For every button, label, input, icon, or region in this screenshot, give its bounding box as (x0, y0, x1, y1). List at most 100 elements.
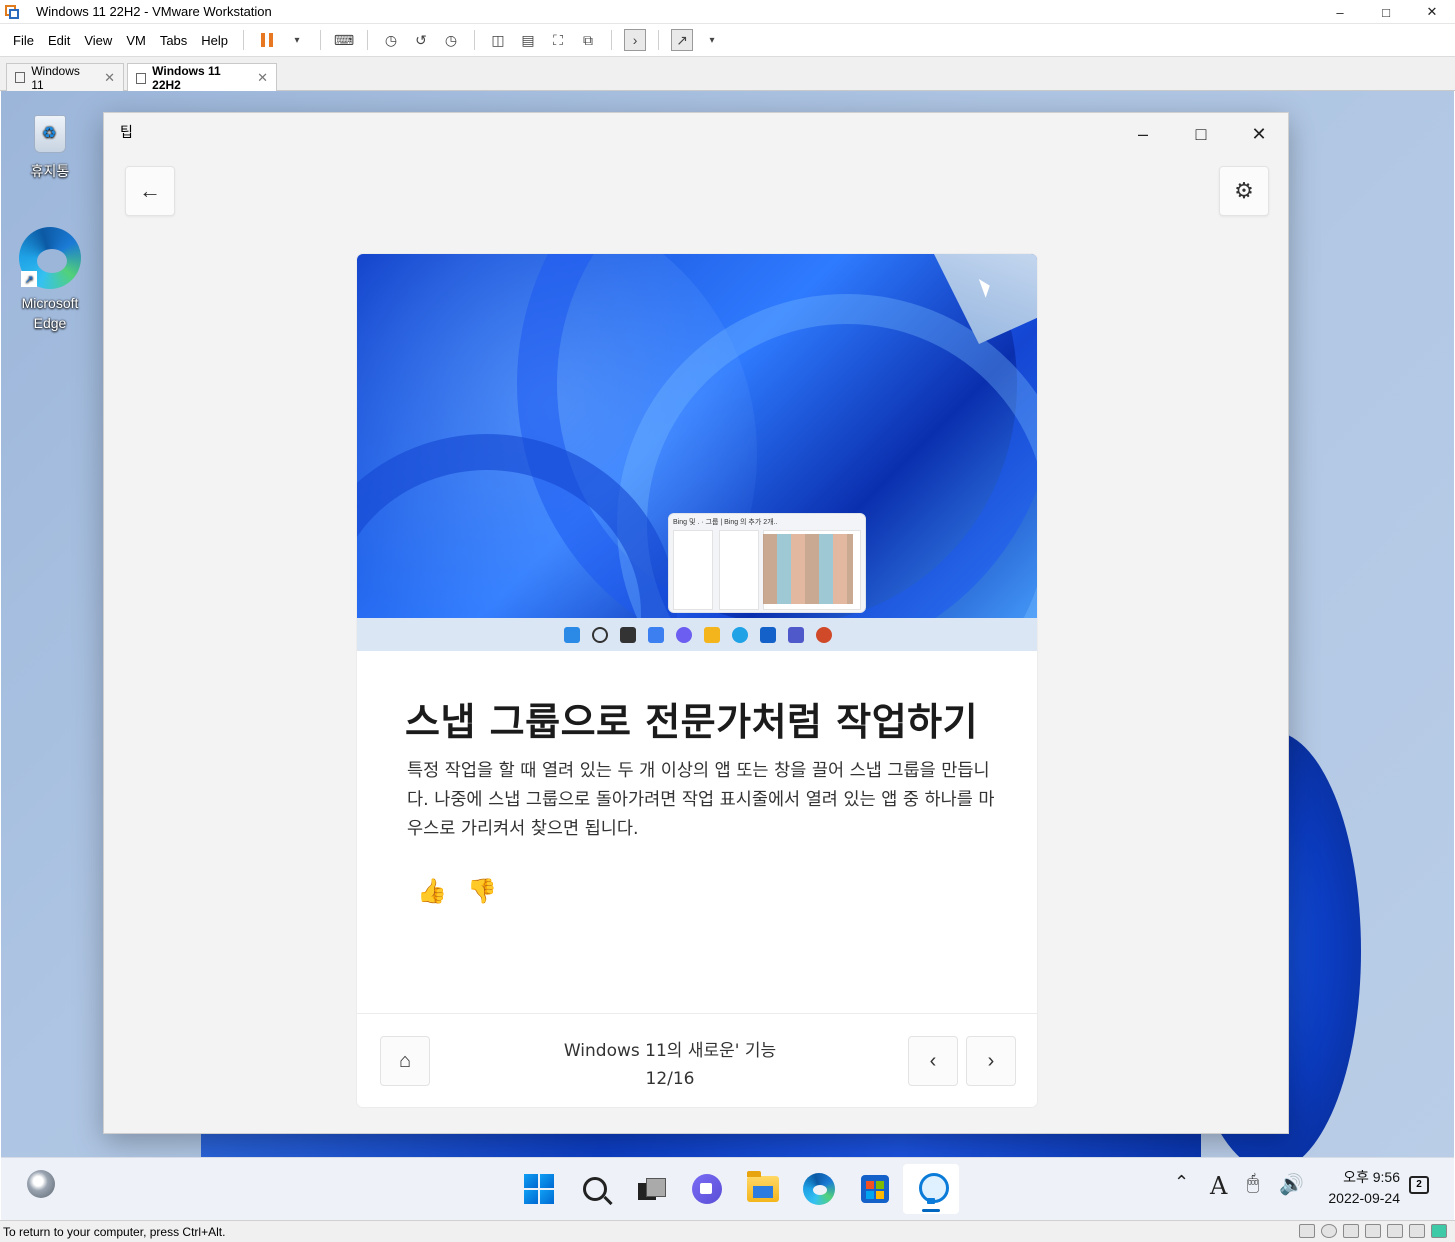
recycle-bin-icon: ♻ (30, 107, 70, 155)
thumbs-up-icon[interactable]: 👍 (417, 874, 447, 908)
start-icon (524, 1174, 554, 1204)
edge-icon: ↗ (19, 227, 81, 289)
task-view-button[interactable] (623, 1164, 679, 1214)
volume-icon[interactable]: 🔊 (1279, 1172, 1304, 1197)
stretch-view-icon[interactable]: ↗ (671, 29, 694, 51)
pause-vm-button[interactable] (256, 29, 278, 51)
menu: File Edit View VM Tabs Help (6, 33, 235, 48)
cd-rom-icon[interactable] (1321, 1224, 1337, 1238)
tab-windows-11[interactable]: Windows 11 ✕ (6, 63, 124, 92)
chevron-right-icon: › (987, 1049, 995, 1072)
unity-icon[interactable]: ⧉ (577, 29, 599, 51)
hard-disk-icon[interactable] (1299, 1224, 1315, 1238)
console-view-icon[interactable]: › (624, 29, 647, 51)
minimize-icon[interactable]: – (1317, 0, 1363, 24)
desktop-icon-recycle-bin[interactable]: ♻ 휴지통 (2, 107, 98, 181)
home-button[interactable]: ⌂ (380, 1036, 430, 1086)
store-button[interactable] (847, 1164, 903, 1214)
desktop-icon-label: 휴지통 (30, 163, 70, 179)
ime-indicator[interactable]: A (1210, 1172, 1227, 1200)
teams-icon (788, 626, 804, 643)
clock[interactable]: 오후 9:56 2022-09-24 (1316, 1167, 1400, 1209)
sound-card-icon[interactable] (1387, 1224, 1403, 1238)
close-icon[interactable]: ✕ (1409, 0, 1455, 24)
edge-button[interactable] (791, 1164, 847, 1214)
toolbar-separator (474, 30, 476, 50)
maximize-icon[interactable]: □ (1363, 0, 1409, 24)
tips-window: 팁 – □ ✕ ← ⚙ Bing 및 . · 그룹 | Bing 의 추가 2개… (103, 112, 1289, 1134)
store-icon (760, 626, 776, 643)
tip-card: Bing 및 . · 그룹 | Bing 의 추가 2개.. 스냅 그룹으로 전… (356, 253, 1038, 1108)
search-icon (583, 1177, 607, 1201)
settings-button[interactable]: ⚙ (1219, 166, 1269, 216)
device-icons (1299, 1224, 1447, 1238)
notification-icon[interactable]: 2 (1409, 1176, 1429, 1194)
menu-edit[interactable]: Edit (41, 33, 77, 48)
chat-icon (692, 1174, 722, 1204)
minimize-icon[interactable]: – (1114, 113, 1172, 155)
network-adapter-icon[interactable] (1343, 1224, 1359, 1238)
vm-tab-icon (136, 72, 147, 84)
tip-collection-name: Windows 11의 새로운' 기능 (563, 1041, 777, 1061)
network-icon[interactable]: 🖱 (1247, 1172, 1259, 1195)
file-explorer-button[interactable] (735, 1164, 791, 1214)
toolbar-separator (320, 30, 322, 50)
full-screen-icon[interactable]: ⛶ (547, 29, 569, 51)
tip-title: 스냅 그룹으로 전문가처럼 작업하기 (405, 700, 979, 744)
printer-icon[interactable] (1365, 1224, 1381, 1238)
menu-view[interactable]: View (77, 33, 119, 48)
snap-group-preview-header: Bing 및 . · 그룹 | Bing 의 추가 2개.. (673, 519, 778, 526)
snapshot-manager-icon[interactable]: ◷ (440, 29, 462, 51)
chevron-left-icon: ‹ (929, 1049, 937, 1072)
chevron-up-icon[interactable]: ⌃ (1174, 1172, 1189, 1193)
power-dropdown-icon[interactable]: ▾ (286, 29, 308, 51)
vmware-statusbar: To return to your computer, press Ctrl+A… (0, 1220, 1455, 1242)
message-log-icon[interactable] (1431, 1224, 1447, 1238)
revert-snapshot-icon[interactable]: ↺ (410, 29, 432, 51)
tab-close-icon[interactable]: ✕ (104, 70, 115, 86)
tab-label: Windows 11 (31, 63, 80, 92)
status-text: To return to your computer, press Ctrl+A… (3, 1224, 226, 1239)
mini-taskbar (357, 618, 1037, 651)
thumbnail-bar-icon[interactable]: ▤ (517, 29, 539, 51)
snap-pane (673, 530, 713, 610)
widgets-icon (648, 626, 664, 643)
toolbar-separator (658, 30, 660, 50)
tips-button[interactable] (903, 1164, 959, 1214)
send-ctrl-alt-del-icon[interactable]: ⌨ (333, 29, 355, 51)
start-icon (564, 626, 580, 643)
show-library-icon[interactable]: ◫ (487, 29, 509, 51)
vm-tab-icon (15, 72, 26, 83)
toolbar-separator (367, 30, 369, 50)
weather-widget-icon[interactable] (27, 1170, 55, 1198)
menu-vm[interactable]: VM (119, 33, 153, 48)
back-button[interactable]: ← (125, 166, 175, 216)
start-button[interactable] (511, 1164, 567, 1214)
vm-tab-strip: Windows 11 ✕ Windows 11 22H2 ✕ (0, 57, 1455, 92)
next-tip-button[interactable]: › (966, 1036, 1016, 1086)
display-icon[interactable] (1409, 1224, 1425, 1238)
tab-close-icon[interactable]: ✕ (257, 70, 268, 86)
edge-icon (803, 1173, 835, 1205)
stretch-dropdown-icon[interactable]: ▾ (701, 29, 723, 51)
search-button[interactable] (567, 1164, 623, 1214)
snapshot-icon[interactable]: ◷ (380, 29, 402, 51)
menu-help[interactable]: Help (194, 33, 235, 48)
snap-photo-grid (763, 534, 853, 604)
maximize-icon[interactable]: □ (1172, 113, 1230, 155)
menu-file[interactable]: File (6, 33, 41, 48)
menu-tabs[interactable]: Tabs (153, 33, 194, 48)
close-icon[interactable]: ✕ (1230, 113, 1288, 155)
thumbs-down-icon[interactable]: 👎 (467, 874, 497, 908)
tip-footer: ⌂ Windows 11의 새로운' 기능 12/16 ‹ › (357, 1014, 1037, 1107)
toolbar-separator (611, 30, 613, 50)
tips-window-controls: – □ ✕ (1114, 113, 1288, 155)
clock-date: 2022-09-24 (1328, 1190, 1400, 1206)
snap-pane (719, 530, 759, 610)
chat-button[interactable] (679, 1164, 735, 1214)
desktop-icon-edge[interactable]: ↗ Microsoft Edge (2, 227, 98, 333)
guest-desktop: ♻ 휴지통 ↗ Microsoft Edge 팁 – □ ✕ ← ⚙ Bing … (1, 91, 1454, 1157)
powerpoint-icon (816, 626, 832, 643)
tab-windows-11-22h2[interactable]: Windows 11 22H2 ✕ (127, 63, 277, 92)
previous-tip-button[interactable]: ‹ (908, 1036, 958, 1086)
